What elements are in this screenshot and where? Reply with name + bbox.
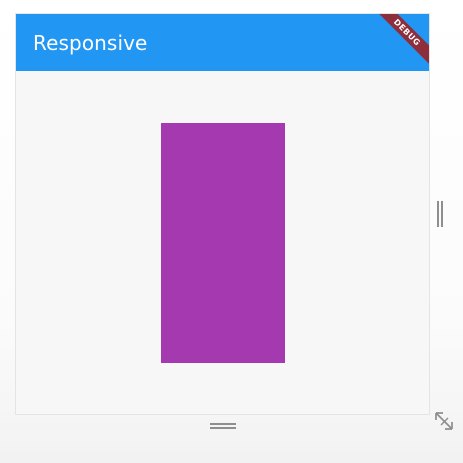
- vertical-resize-handle-icon[interactable]: [436, 201, 444, 227]
- debug-banner: DEBUG: [368, 14, 429, 72]
- horizontal-resize-handle-icon[interactable]: [210, 422, 236, 430]
- app-bar-title: Responsive: [33, 31, 148, 55]
- device-preview: Responsive DEBUG: [0, 0, 463, 463]
- app-bar: Responsive DEBUG: [16, 14, 429, 72]
- purple-container: [161, 123, 285, 363]
- diagonal-resize-icon[interactable]: [433, 410, 455, 432]
- app-window: Responsive DEBUG: [16, 14, 429, 414]
- app-body: [16, 71, 429, 414]
